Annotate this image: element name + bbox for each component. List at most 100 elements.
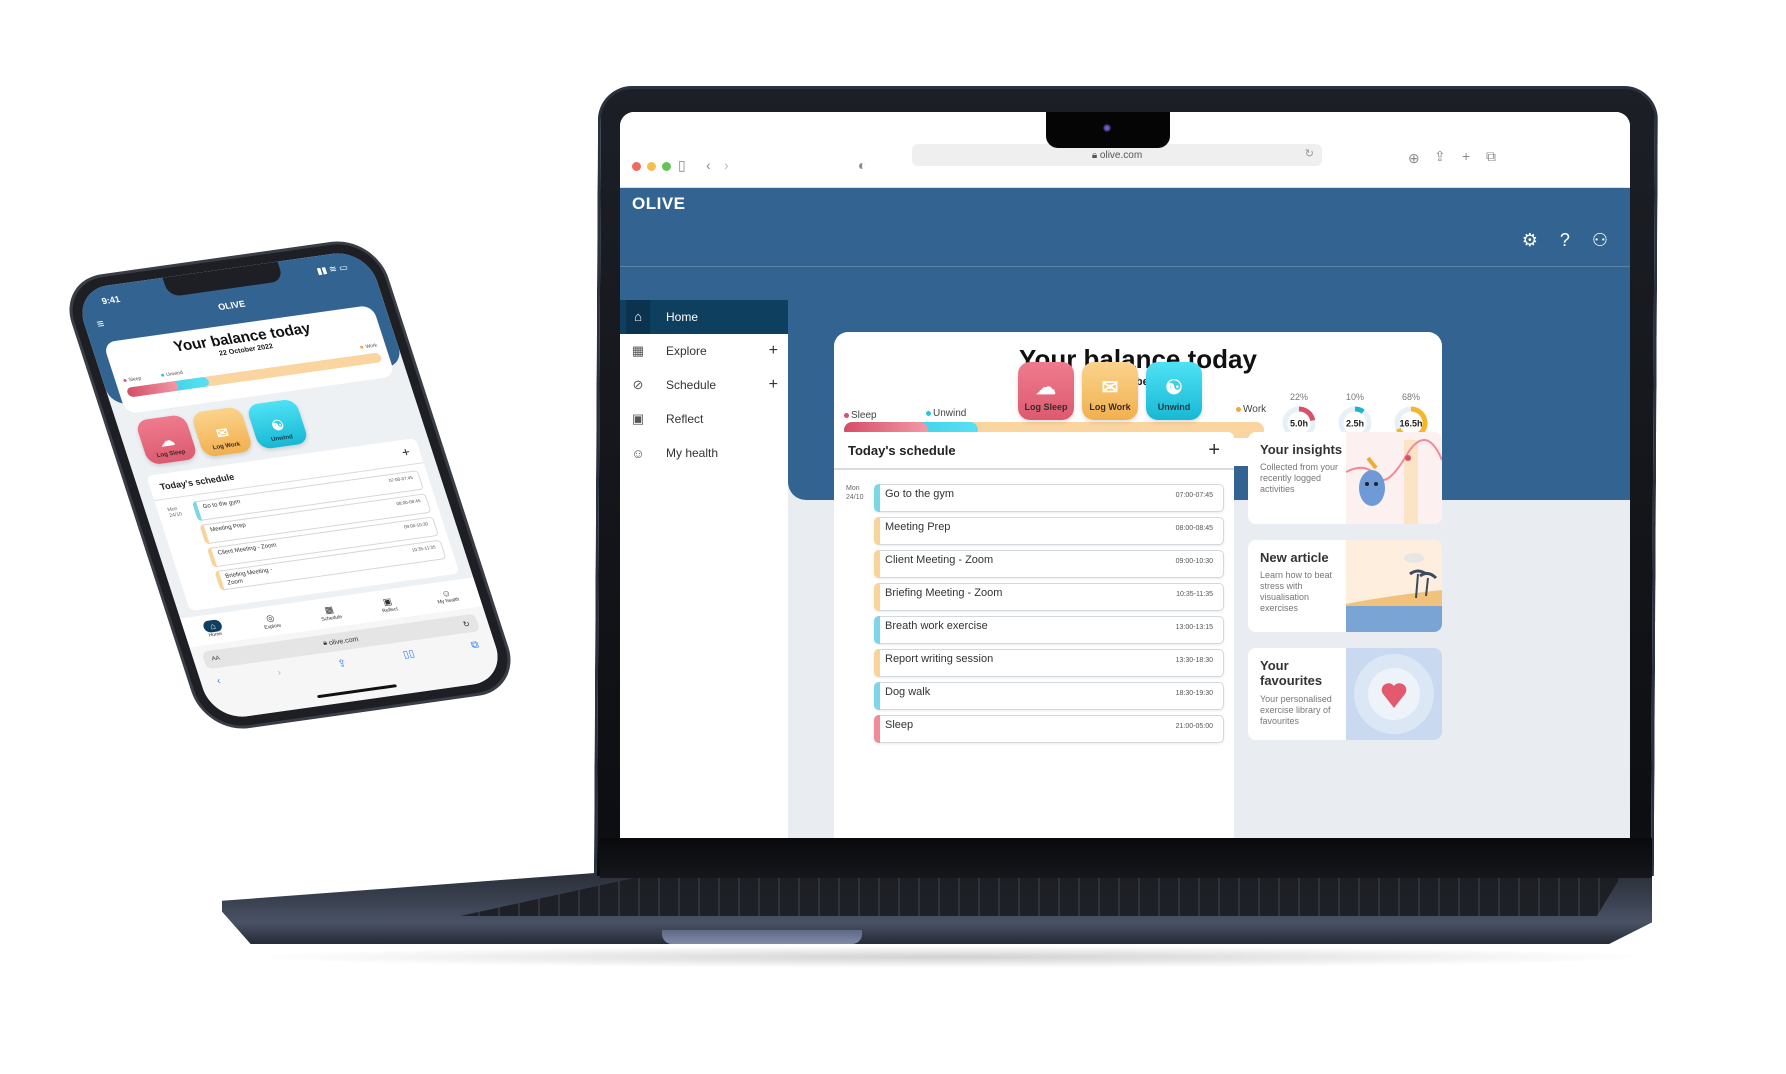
phone-schedule-title: Today's schedule	[158, 471, 236, 492]
donut-percent: 68%	[1401, 392, 1420, 402]
app-logo[interactable]: OLIVE	[632, 194, 686, 214]
schedule-event[interactable]: Client Meeting - Zoom 09:00-10:30	[874, 550, 1224, 578]
schedule-event[interactable]: Report writing session 13:30-18:30	[874, 649, 1224, 677]
favourites-card[interactable]: Your favourites Your personalised exerci…	[1248, 648, 1442, 740]
event-name: Client Meeting - Zoom	[217, 542, 278, 557]
card-title: Your favourites	[1260, 658, 1323, 688]
maximize-window-button[interactable]	[662, 162, 671, 171]
window-controls	[632, 162, 671, 171]
tabs-overview-icon[interactable]: ⧉	[1486, 146, 1496, 166]
sidebar-item-label: My health	[666, 446, 719, 460]
schedule-event[interactable]: Briefing Meeting - Zoom 10:35-11:35	[874, 583, 1224, 611]
insights-card[interactable]: Your insights Collected from your recent…	[1248, 432, 1442, 524]
schedule-date-value: 24/10	[846, 494, 864, 501]
reload-icon[interactable]: ↻	[462, 619, 471, 629]
log-sleep-button[interactable]: ☁ Log Sleep	[1018, 362, 1074, 420]
forward-icon[interactable]: ›	[724, 155, 729, 175]
bookmarks-icon[interactable]: ▯▯	[402, 649, 416, 661]
event-name: Briefing Meeting - Zoom	[224, 567, 274, 587]
schedule-event[interactable]: Sleep 21:00-05:00	[874, 715, 1224, 743]
schedule-event[interactable]: Meeting Prep 08:00-08:45	[874, 517, 1224, 545]
schedule-title: Today's schedule	[848, 442, 956, 458]
download-icon[interactable]: ⊕	[1408, 148, 1420, 168]
sidebar-item-explore[interactable]: ▦ Explore +	[620, 334, 788, 368]
tab-label: Home	[207, 630, 224, 639]
help-icon[interactable]: ?	[1560, 230, 1570, 251]
back-icon[interactable]: ‹	[706, 155, 711, 175]
event-color-stripe	[874, 715, 880, 743]
product-mockup: ▯ ‹ › ◐ 🔒︎ olive.com ↻ ⊕ ⇪ + ⧉ ⚙ ? ⚇ OLI…	[0, 0, 1786, 1074]
sidebar-item-reflect[interactable]: ▣ Reflect	[620, 402, 788, 436]
event-color-stripe	[874, 517, 880, 545]
schedule-event[interactable]: Go to the gym 07:00-07:45	[874, 484, 1224, 512]
event-color-stripe	[874, 682, 880, 710]
close-window-button[interactable]	[632, 162, 641, 171]
sidebar-item-home[interactable]: ⌂ Home	[620, 300, 788, 334]
event-time: 18:30-19:30	[1175, 690, 1213, 697]
tab-label: Explore	[263, 622, 283, 631]
tabs-icon[interactable]: ⧉	[470, 639, 481, 651]
laptop-trackpad-notch	[662, 930, 862, 944]
minimize-window-button[interactable]	[647, 162, 656, 171]
phone-schedule-date-value: 24/10	[168, 511, 183, 519]
phone-schedule-date: Mon 24/10	[167, 506, 183, 519]
phone-tab-schedule[interactable]: ▦ Schedule	[317, 603, 343, 622]
sidebar-item-schedule[interactable]: ⊘ Schedule +	[620, 368, 788, 402]
phone-unwind-button[interactable]: ☯ Unwind	[245, 398, 310, 450]
back-icon[interactable]: ‹	[215, 676, 222, 687]
card-title: New article	[1260, 550, 1329, 565]
schedule-event[interactable]: Dog walk 18:30-19:30	[874, 682, 1224, 710]
log-work-button[interactable]: ✉ Log Work	[1082, 362, 1138, 420]
new-tab-icon[interactable]: +	[1462, 146, 1470, 166]
unwind-button[interactable]: ☯ Unwind	[1146, 362, 1202, 420]
share-icon[interactable]: ⇪	[336, 658, 348, 670]
privacy-shield-icon[interactable]: ◐	[858, 155, 866, 175]
user-circle-icon: ☺	[631, 445, 645, 461]
share-icon[interactable]: ⇪	[1434, 146, 1446, 166]
sidebar-item-my-health[interactable]: ☺ My health	[620, 436, 788, 470]
expand-schedule-button[interactable]: +	[769, 376, 778, 394]
new-article-card[interactable]: New article Learn how to beat stress wit…	[1248, 540, 1442, 632]
phone-add-event-button[interactable]: +	[400, 444, 412, 460]
home-icon: ⌂	[626, 300, 650, 334]
settings-icon[interactable]: ⚙	[1522, 230, 1538, 251]
schedule-date: Mon 24/10	[846, 484, 864, 502]
account-settings-icon[interactable]: ⚇	[1592, 230, 1608, 251]
event-time: 08:00-08:45	[395, 498, 422, 507]
event-time: 09:00-10:30	[403, 521, 429, 530]
forward-icon[interactable]: ›	[276, 667, 283, 678]
expand-explore-button[interactable]: +	[769, 342, 778, 360]
reload-icon[interactable]: ↻	[1305, 147, 1314, 160]
text-size-button[interactable]: AA	[211, 656, 221, 663]
phone-tab-home[interactable]: ⌂ Home	[202, 619, 225, 639]
sidebar-item-label: Home	[666, 310, 699, 324]
add-event-button[interactable]: +	[1208, 439, 1220, 462]
card-title: Your insights	[1260, 442, 1343, 457]
meditation-icon: ☯	[1165, 377, 1183, 399]
card-description: Learn how to beat stress with visualisat…	[1260, 570, 1333, 613]
schedule-event[interactable]: Breath work exercise 13:00-13:15	[874, 616, 1224, 644]
event-time: 07:00-07:45	[1175, 492, 1213, 499]
log-work-label: Log Work	[1089, 402, 1131, 412]
phone-tab-my-health[interactable]: ☺ My health	[434, 587, 460, 606]
laptop-screen: ▯ ‹ › ◐ 🔒︎ olive.com ↻ ⊕ ⇪ + ⧉ ⚙ ? ⚇ OLI…	[620, 112, 1630, 838]
phone-legend-sleep: Sleep	[123, 376, 142, 384]
header-divider	[620, 266, 1630, 267]
phone-log-work-button[interactable]: ✉ Log Work	[190, 406, 254, 458]
event-name: Sleep	[885, 719, 914, 731]
phone-tab-reflect[interactable]: ▣ Reflect	[378, 595, 398, 614]
event-name: Briefing Meeting - Zoom	[885, 587, 1003, 599]
card-description: Collected from your recently logged acti…	[1260, 462, 1339, 494]
phone-log-sleep-button[interactable]: ☁ Log Sleep	[134, 414, 199, 466]
heart-illustration	[1346, 648, 1442, 740]
sidebar-toggle-icon[interactable]: ▯	[678, 155, 686, 175]
home-indicator	[316, 684, 398, 699]
phone-tab-explore[interactable]: ◎ Explore	[260, 612, 283, 631]
event-color-stripe	[874, 649, 880, 677]
event-name: Report writing session	[885, 653, 994, 665]
event-color-stripe	[874, 583, 880, 611]
event-name: Meeting Prep	[209, 522, 247, 534]
event-time: 09:00-10:30	[1175, 558, 1213, 565]
laptop-shadow	[240, 946, 1660, 968]
phone-log-sleep-label: Log Sleep	[156, 449, 187, 460]
